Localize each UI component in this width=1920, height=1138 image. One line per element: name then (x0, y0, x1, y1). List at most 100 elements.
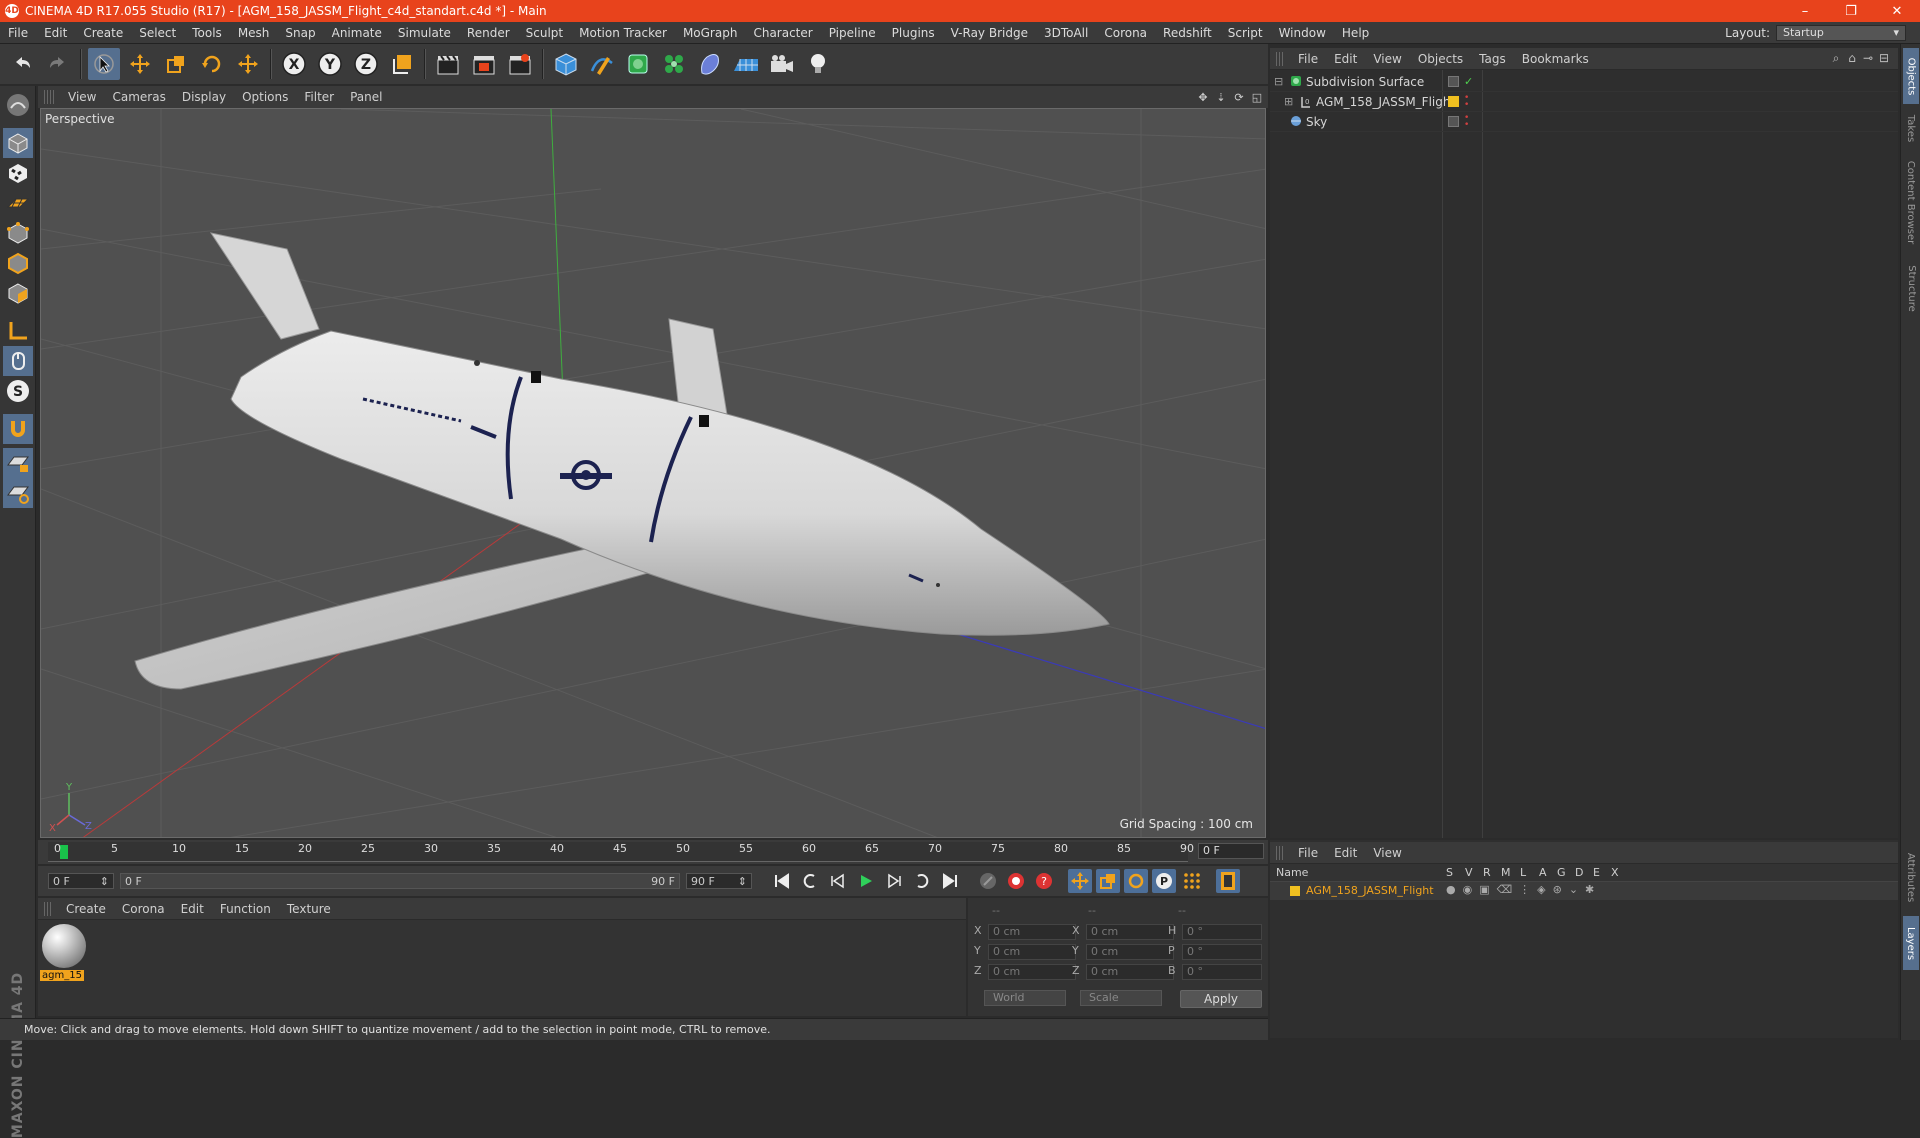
apply-button[interactable]: Apply (1180, 990, 1262, 1008)
materials-menu-function[interactable]: Function (212, 902, 279, 916)
coordinate-mode-dropdown[interactable]: World (984, 990, 1066, 1006)
materials-menu-texture[interactable]: Texture (279, 902, 339, 916)
layers-menu-file[interactable]: File (1290, 846, 1326, 860)
timeline-ruler[interactable]: 0 5 10 15 20 25 30 35 40 45 50 55 60 65 … (48, 842, 1194, 862)
magnet-button[interactable] (3, 414, 33, 444)
layer-color-swatch[interactable] (1290, 886, 1300, 896)
snap-toggle-button[interactable]: S (3, 376, 33, 406)
menu-window[interactable]: Window (1271, 26, 1334, 40)
current-frame-display[interactable]: 0 F (1198, 843, 1264, 859)
timeline-window-button[interactable] (1216, 869, 1240, 893)
link-icon[interactable]: ⊸ (1860, 51, 1876, 66)
position-y-field[interactable]: 0 cm (988, 944, 1076, 960)
object-row[interactable]: ⊞ 0 AGM_158_JASSM_Flight • • (1270, 92, 1898, 112)
perspective-viewport[interactable]: Y Z X Perspective Grid Spacing : 100 cm (40, 108, 1266, 838)
object-name[interactable]: Sky (1306, 115, 1327, 129)
visibility-editor-icon[interactable] (1448, 76, 1459, 87)
materials-menu-create[interactable]: Create (58, 902, 114, 916)
enabled-check-icon[interactable]: ✓ (1464, 75, 1473, 88)
collapse-toggle-icon[interactable]: ⊟ (1274, 75, 1283, 88)
menu-sculpt[interactable]: Sculpt (518, 26, 571, 40)
visibility-editor-icon[interactable] (1448, 116, 1459, 127)
parameter-track-button[interactable]: P (1152, 869, 1176, 893)
rotation-p-field[interactable]: 0 ° (1182, 944, 1262, 960)
go-to-end-button[interactable] (938, 869, 962, 893)
objects-menu-view[interactable]: View (1365, 52, 1409, 66)
material-name[interactable]: agm_15 (40, 970, 84, 981)
workplane-snap-button[interactable] (3, 478, 33, 508)
menu-character[interactable]: Character (745, 26, 820, 40)
undo-button[interactable] (6, 48, 38, 80)
size-y-field[interactable]: 0 cm (1086, 944, 1174, 960)
viewport-menu-options[interactable]: Options (234, 90, 296, 104)
object-name[interactable]: Subdivision Surface (1306, 75, 1424, 89)
layers-menu-edit[interactable]: Edit (1326, 846, 1365, 860)
object-row[interactable]: Sky • • (1270, 112, 1898, 132)
menu-motion-tracker[interactable]: Motion Tracker (571, 26, 675, 40)
menu-mograph[interactable]: MoGraph (675, 26, 746, 40)
rotation-h-field[interactable]: 0 ° (1182, 924, 1262, 940)
menu-render[interactable]: Render (459, 26, 518, 40)
viewport-menu-panel[interactable]: Panel (342, 90, 390, 104)
restore-button[interactable]: ❐ (1828, 0, 1874, 22)
dolly-view-icon[interactable]: ⇣ (1214, 90, 1228, 104)
layer-name[interactable]: AGM_158_JASSM_Flight (1306, 884, 1434, 897)
layers-menu-view[interactable]: View (1365, 846, 1409, 860)
visibility-dots-icon[interactable]: • • (1464, 113, 1469, 129)
tab-takes[interactable]: Takes (1903, 108, 1919, 148)
layout-dropdown[interactable]: Startup ▾ (1776, 24, 1906, 41)
transform-tool-button[interactable] (232, 48, 264, 80)
home-icon[interactable]: ⌂ (1844, 51, 1860, 66)
add-spline-button[interactable] (586, 48, 618, 80)
previous-frame-button[interactable] (826, 869, 850, 893)
go-to-start-button[interactable] (770, 869, 794, 893)
render-view-button[interactable] (432, 48, 464, 80)
layer-color-swatch[interactable] (1448, 96, 1459, 107)
menu-create[interactable]: Create (75, 26, 131, 40)
viewport-menu-display[interactable]: Display (174, 90, 234, 104)
add-subdivision-button[interactable] (622, 48, 654, 80)
play-button[interactable] (854, 869, 878, 893)
frame-range-slider[interactable]: 0 F 90 F (120, 873, 680, 889)
scale-tool-button[interactable] (160, 48, 192, 80)
tab-layers[interactable]: Layers (1903, 916, 1919, 970)
add-floor-button[interactable] (730, 48, 762, 80)
rotation-b-field[interactable]: 0 ° (1182, 964, 1262, 980)
close-button[interactable]: ✕ (1874, 0, 1920, 22)
keyframe-selection-button[interactable]: ? (1032, 869, 1056, 893)
workplane-mode-button[interactable] (3, 188, 33, 218)
texture-mode-button[interactable] (3, 158, 33, 188)
end-frame-field[interactable]: 90 F ⇕ (686, 873, 752, 889)
tweak-mode-button[interactable] (3, 346, 33, 376)
tab-structure[interactable]: Structure (1903, 256, 1919, 320)
size-z-field[interactable]: 0 cm (1086, 964, 1174, 980)
autokey-button[interactable] (1004, 869, 1028, 893)
search-icon[interactable]: ⌕ (1828, 51, 1844, 66)
object-row[interactable]: ⊟ Subdivision Surface ✓ (1270, 72, 1898, 92)
lock-workplane-button[interactable] (3, 448, 33, 478)
menu-animate[interactable]: Animate (324, 26, 390, 40)
move-tool-button[interactable] (124, 48, 156, 80)
layer-row[interactable]: AGM_158_JASSM_Flight ●◉▣⌫⋮◈⊛⌄✱ (1270, 882, 1898, 900)
menu-corona[interactable]: Corona (1096, 26, 1155, 40)
edges-mode-button[interactable] (3, 248, 33, 278)
objects-menu-edit[interactable]: Edit (1326, 52, 1365, 66)
add-mograph-button[interactable] (658, 48, 690, 80)
live-selection-button[interactable] (88, 48, 120, 80)
next-frame-button[interactable] (882, 869, 906, 893)
tab-objects[interactable]: Objects (1903, 48, 1919, 104)
add-deformer-button[interactable] (694, 48, 726, 80)
objects-menu-file[interactable]: File (1290, 52, 1326, 66)
objects-menu-tags[interactable]: Tags (1471, 52, 1514, 66)
layer-toggle-icons[interactable]: ●◉▣⌫⋮◈⊛⌄✱ (1446, 883, 1601, 896)
polygons-mode-button[interactable] (3, 278, 33, 308)
materials-menu-edit[interactable]: Edit (173, 902, 212, 916)
viewport-menu-cameras[interactable]: Cameras (104, 90, 173, 104)
position-z-field[interactable]: 0 cm (988, 964, 1076, 980)
menu-mesh[interactable]: Mesh (230, 26, 278, 40)
rotation-track-button[interactable] (1124, 869, 1148, 893)
size-x-field[interactable]: 0 cm (1086, 924, 1174, 940)
axis-mode-button[interactable] (3, 316, 33, 346)
expand-icon[interactable]: ⊟ (1876, 51, 1892, 66)
tab-content-browser[interactable]: Content Browser (1903, 152, 1919, 252)
